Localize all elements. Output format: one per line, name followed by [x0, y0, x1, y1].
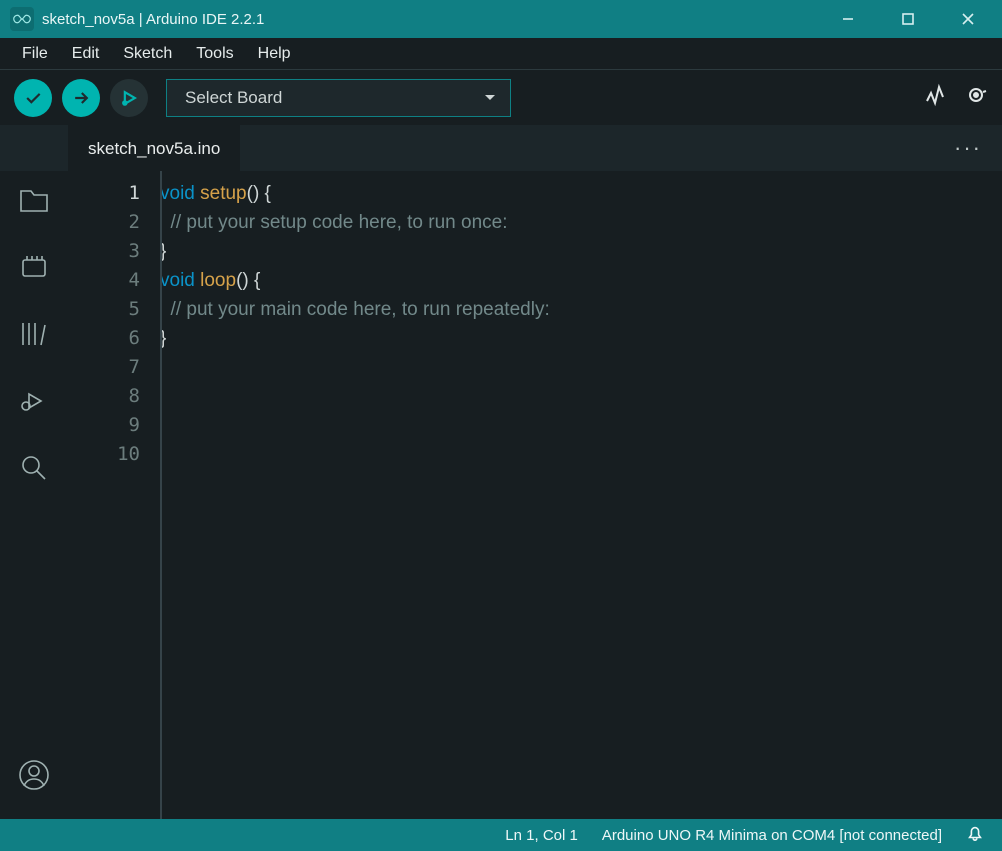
tab-bar: sketch_nov5a.ino ···: [68, 125, 1002, 171]
menu-tools[interactable]: Tools: [184, 41, 245, 67]
board-status[interactable]: Arduino UNO R4 Minima on COM4 [not conne…: [602, 827, 942, 844]
close-button[interactable]: [950, 5, 986, 33]
account-icon[interactable]: [17, 758, 51, 797]
code-editor[interactable]: 1 2 3 4 5 6 7 8 9 10 void setup() { // p…: [68, 171, 1002, 819]
library-manager-icon[interactable]: [17, 317, 51, 356]
indent-guide: [160, 171, 162, 819]
debug-icon[interactable]: [17, 384, 51, 423]
code-area[interactable]: void setup() { // put your setup code he…: [160, 171, 1002, 819]
toolbar: Select Board: [0, 70, 1002, 125]
minimize-button[interactable]: [830, 5, 866, 33]
window-title: sketch_nov5a | Arduino IDE 2.2.1: [42, 11, 830, 28]
board-selector-label: Select Board: [185, 88, 282, 108]
board-selector[interactable]: Select Board: [166, 79, 511, 117]
debug-button[interactable]: [110, 79, 148, 117]
search-icon[interactable]: [17, 451, 51, 490]
file-tab[interactable]: sketch_nov5a.ino: [68, 125, 240, 171]
board-manager-icon[interactable]: [17, 250, 51, 289]
status-bar: Ln 1, Col 1 Arduino UNO R4 Minima on COM…: [0, 819, 1002, 851]
maximize-button[interactable]: [890, 5, 926, 33]
arduino-logo-icon: [10, 7, 34, 31]
upload-button[interactable]: [62, 79, 100, 117]
file-tab-label: sketch_nov5a.ino: [88, 139, 220, 159]
tab-overflow-button[interactable]: ···: [934, 125, 1002, 171]
line-gutter: 1 2 3 4 5 6 7 8 9 10: [68, 171, 160, 819]
menu-edit[interactable]: Edit: [60, 41, 112, 67]
menu-sketch[interactable]: Sketch: [111, 41, 184, 67]
menu-file[interactable]: File: [10, 41, 60, 67]
title-bar: sketch_nov5a | Arduino IDE 2.2.1: [0, 0, 1002, 38]
sketchbook-icon[interactable]: [17, 183, 51, 222]
serial-plotter-button[interactable]: [924, 83, 948, 112]
cursor-position[interactable]: Ln 1, Col 1: [505, 827, 578, 844]
chevron-down-icon: [484, 94, 496, 102]
menu-bar: File Edit Sketch Tools Help: [0, 38, 1002, 70]
notifications-icon[interactable]: [966, 824, 984, 846]
verify-button[interactable]: [14, 79, 52, 117]
serial-monitor-button[interactable]: [964, 83, 988, 112]
menu-help[interactable]: Help: [246, 41, 303, 67]
activity-bar: [0, 171, 68, 819]
